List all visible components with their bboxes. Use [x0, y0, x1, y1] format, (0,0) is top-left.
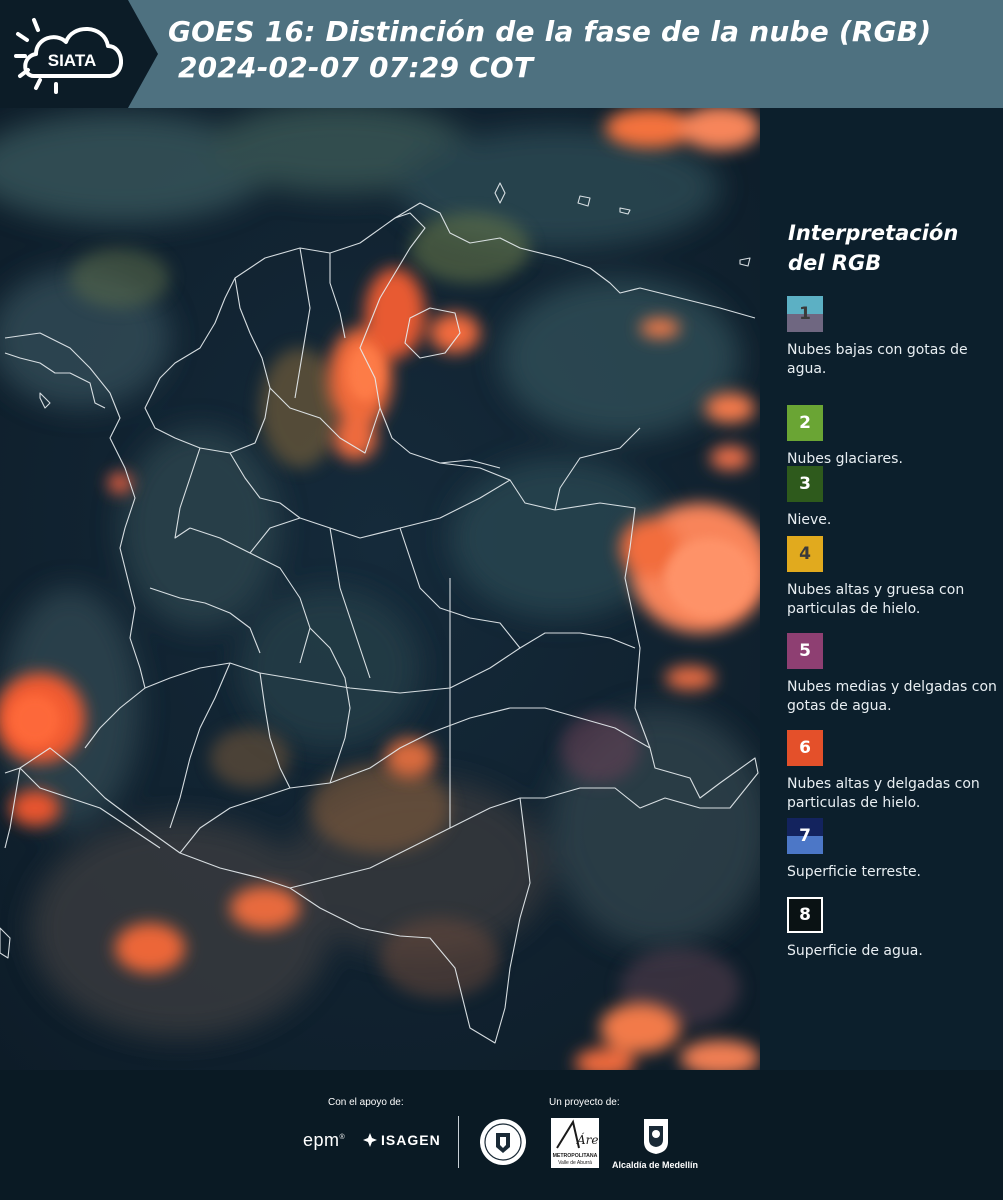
legend-item-4: 4 Nubes altas y gruesa con particulas de … [787, 536, 1001, 619]
footer-divider [458, 1116, 459, 1168]
page-title: GOES 16: Distinción de la fase de la nub… [168, 14, 931, 86]
legend-item-3: 3 Nieve. [787, 466, 1001, 530]
title-line-1: GOES 16: Distinción de la fase de la nub… [168, 15, 932, 48]
legend-number: 8 [799, 905, 811, 925]
title-line-2: 2024-02-07 07:29 COT [178, 51, 534, 84]
isagen-logo-text: ISAGEN [381, 1132, 441, 1148]
support-label: Con el apoyo de: [328, 1097, 404, 1108]
legend-number: 3 [799, 474, 811, 494]
logo-block: SIATA [0, 0, 158, 108]
legend-swatch-1: 1 [787, 296, 823, 332]
legend-label: Superficie terreste. [787, 864, 922, 880]
legend-label: Nubes altas y delgadas con particulas de… [787, 776, 980, 811]
legend-label: Nubes altas y gruesa con particulas de h… [787, 582, 965, 617]
legend-label: Nubes medias y delgadas con gotas de agu… [787, 679, 997, 714]
legend-item-2: 2 Nubes glaciares. [787, 405, 1001, 469]
legend-swatch-3: 3 [787, 466, 823, 502]
siata-logo-text: SIATA [48, 51, 96, 70]
legend-swatch-6: 6 [787, 730, 823, 766]
legend-number: 6 [799, 738, 811, 758]
legend-swatch-8: 8 [787, 897, 823, 933]
siata-logo-icon: SIATA [14, 18, 123, 94]
legend-number: 1 [799, 304, 811, 324]
isagen-logo: ISAGEN [362, 1132, 441, 1148]
legend-label: Nieve. [787, 512, 832, 528]
legend-panel: Interpretación del RGB 1 Nubes bajas con … [760, 108, 1003, 1070]
area-logo-title: Área [576, 1132, 599, 1147]
alcaldia-label: Alcaldía de Medellín [612, 1160, 699, 1170]
satellite-map [0, 108, 760, 1070]
legend-label: Superficie de agua. [787, 943, 923, 959]
legend-number: 5 [799, 641, 811, 661]
isagen-icon [363, 1133, 377, 1147]
legend-label: Nubes bajas con gotas de agua. [787, 342, 968, 377]
area-logo-line-1: METROPOLITANA [553, 1153, 598, 1159]
epm-logo: epm® [303, 1130, 346, 1150]
legend-title-line-1: Interpretación [788, 221, 959, 245]
university-seal-icon [480, 1119, 526, 1165]
legend-number: 4 [799, 544, 811, 564]
legend-item-5: 5 Nubes medias y delgadas con gotas de ag… [787, 633, 1001, 716]
header-bar: SIATA GOES 16: Distinción de la fase de … [0, 0, 1003, 108]
alcaldia-shield-icon [644, 1119, 668, 1154]
legend-item-6: 6 Nubes altas y delgadas con particulas d… [787, 730, 1001, 813]
legend-number: 7 [799, 826, 811, 846]
legend-title-line-2: del RGB [788, 251, 882, 275]
legend-swatch-4: 4 [787, 536, 823, 572]
footer: Con el apoyo de: Un proyecto de: epm® IS… [0, 1070, 1003, 1200]
legend-item-8: 8 Superficie de agua. [787, 897, 1001, 961]
legend-title: Interpretación del RGB [788, 218, 958, 278]
legend-swatch-5: 5 [787, 633, 823, 669]
area-logo-line-2: Valle de Aburrá [558, 1160, 592, 1166]
legend-item-1: 1 Nubes bajas con gotas de agua. [787, 296, 1001, 379]
epm-logo-text: epm [303, 1130, 340, 1150]
satellite-image [0, 108, 760, 1070]
legend-number: 2 [799, 413, 811, 433]
project-label: Un proyecto de: [549, 1097, 620, 1108]
legend-swatch-7: 7 [787, 818, 823, 854]
legend-item-7: 7 Superficie terreste. [787, 818, 1001, 882]
area-metropolitana-logo: Área METROPOLITANA Valle de Aburrá [551, 1118, 599, 1168]
legend-swatch-2: 2 [787, 405, 823, 441]
